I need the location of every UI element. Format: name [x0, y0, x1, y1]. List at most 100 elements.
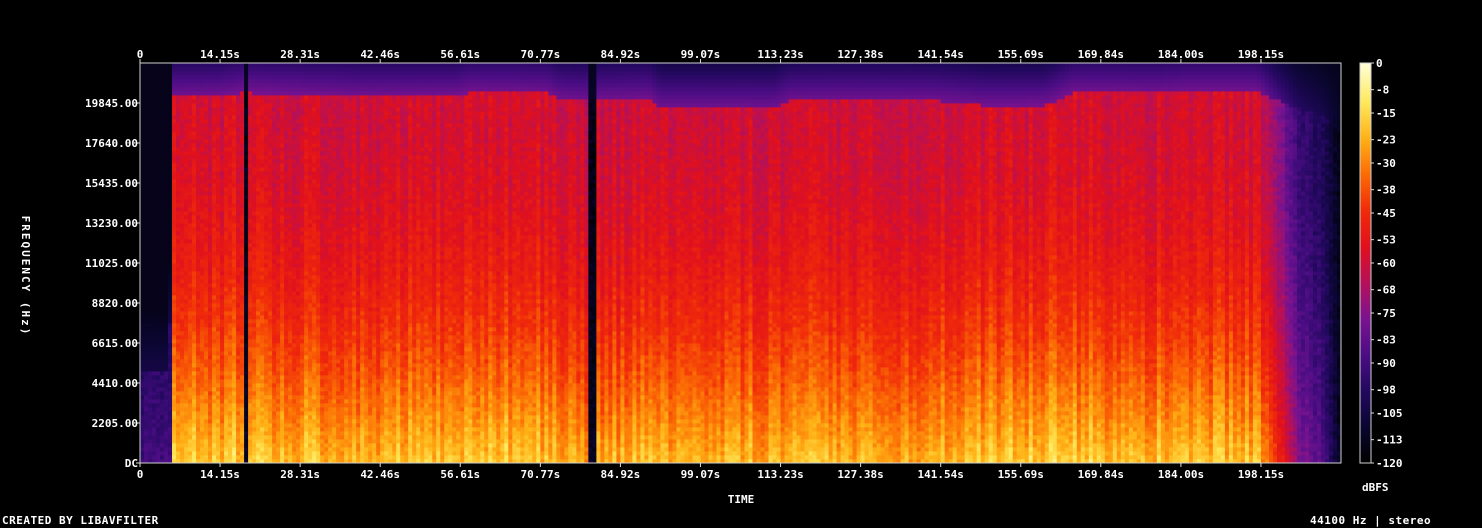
spectrogram-cell	[316, 263, 320, 267]
spectrogram-cell	[292, 295, 296, 299]
spectrogram-cell	[192, 291, 196, 295]
spectrogram-cell	[228, 311, 232, 315]
spectrogram-cell	[240, 187, 244, 191]
spectrogram-cell	[308, 375, 312, 379]
spectrogram-cell	[336, 211, 340, 215]
spectrogram-cell	[284, 383, 288, 387]
spectrogram-cell	[152, 275, 156, 279]
spectrogram-cell	[192, 99, 196, 103]
spectrogram-cell	[184, 83, 188, 87]
spectrogram-cell	[236, 367, 240, 371]
spectrogram-cell	[272, 431, 276, 435]
spectrogram-cell	[236, 391, 240, 395]
spectrogram-cell	[192, 243, 196, 247]
spectrogram-cell	[276, 311, 280, 315]
spectrogram-cell	[288, 231, 292, 235]
spectrogram-cell	[148, 67, 152, 71]
spectrogram-cell	[268, 107, 272, 111]
spectrogram-cell	[248, 255, 252, 259]
spectrogram-cell	[212, 235, 216, 239]
spectrogram-cell	[240, 287, 244, 291]
spectrogram-cell	[260, 279, 264, 283]
spectrogram-cell	[216, 327, 220, 331]
spectrogram-cell	[268, 427, 272, 431]
spectrogram-cell	[180, 107, 184, 111]
spectrogram-cell	[144, 235, 148, 239]
spectrogram-cell	[164, 223, 168, 227]
spectrogram-cell	[236, 67, 240, 71]
spectrogram-cell	[172, 147, 176, 151]
spectrogram-cell	[284, 371, 288, 375]
spectrogram-cell	[300, 115, 304, 119]
spectrogram-cell	[292, 311, 296, 315]
spectrogram-cell	[164, 383, 168, 387]
spectrogram-cell	[240, 91, 244, 95]
spectrogram-cell	[272, 75, 276, 79]
spectrogram-cell	[276, 179, 280, 183]
spectrogram-cell	[180, 247, 184, 251]
spectrogram-cell	[144, 327, 148, 331]
spectrogram-cell	[160, 415, 164, 419]
spectrogram-cell	[328, 335, 332, 339]
spectrogram-cell	[140, 67, 144, 71]
spectrogram-cell	[268, 415, 272, 419]
spectrogram-cell	[252, 419, 256, 423]
spectrogram-cell	[180, 291, 184, 295]
spectrogram-cell	[140, 415, 144, 419]
spectrogram-cell	[304, 175, 308, 179]
spectrogram-cell	[284, 419, 288, 423]
spectrogram-cell	[192, 427, 196, 431]
spectrogram-cell	[220, 159, 224, 163]
spectrogram-cell	[144, 443, 148, 447]
spectrogram-cell	[284, 411, 288, 415]
spectrogram-cell	[192, 311, 196, 315]
spectrogram-cell	[224, 283, 228, 287]
spectrogram-cell	[288, 171, 292, 175]
spectrogram-cell	[260, 119, 264, 123]
spectrogram-cell	[252, 415, 256, 419]
spectrogram-cell	[328, 419, 332, 423]
spectrogram-cell	[320, 147, 324, 151]
spectrogram-cell	[268, 307, 272, 311]
spectrogram-cell	[296, 263, 300, 267]
spectrogram-cell	[228, 203, 232, 207]
spectrogram-cell	[264, 251, 268, 255]
spectrogram-cell	[196, 163, 200, 167]
spectrogram-cell	[312, 163, 316, 167]
spectrogram-cell	[272, 183, 276, 187]
spectrogram-cell	[292, 375, 296, 379]
spectrogram-cell	[216, 147, 220, 151]
spectrogram-cell	[320, 443, 324, 447]
spectrogram-cell	[172, 187, 176, 191]
spectrogram-cell	[308, 319, 312, 323]
spectrogram-cell	[316, 343, 320, 347]
spectrogram-cell	[164, 395, 168, 399]
spectrogram-cell	[236, 207, 240, 211]
spectrogram-cell	[180, 335, 184, 339]
spectrogram-cell	[296, 131, 300, 135]
spectrogram-cell	[260, 187, 264, 191]
spectrogram-cell	[168, 195, 172, 199]
spectrogram-cell	[268, 451, 272, 455]
spectrogram-cell	[192, 263, 196, 267]
spectrogram-cell	[200, 123, 204, 127]
spectrogram-cell	[140, 347, 144, 351]
spectrogram-cell	[228, 119, 232, 123]
spectrogram-cell	[164, 123, 168, 127]
spectrogram-cell	[248, 383, 252, 387]
spectrogram-cell	[292, 203, 296, 207]
spectrogram-cell	[160, 267, 164, 271]
spectrogram-cell	[304, 247, 308, 251]
spectrogram-cell	[304, 267, 308, 271]
spectrogram-cell	[268, 383, 272, 387]
spectrogram-cell	[264, 159, 268, 163]
spectrogram-cell	[160, 343, 164, 347]
spectrogram-cell	[284, 95, 288, 99]
spectrogram-cell	[268, 323, 272, 327]
spectrogram-cell	[268, 115, 272, 119]
spectrogram-cell	[160, 371, 164, 375]
spectrogram-cell	[260, 135, 264, 139]
spectrogram-cell	[264, 123, 268, 127]
spectrogram-cell	[284, 363, 288, 367]
spectrogram-cell	[276, 315, 280, 319]
